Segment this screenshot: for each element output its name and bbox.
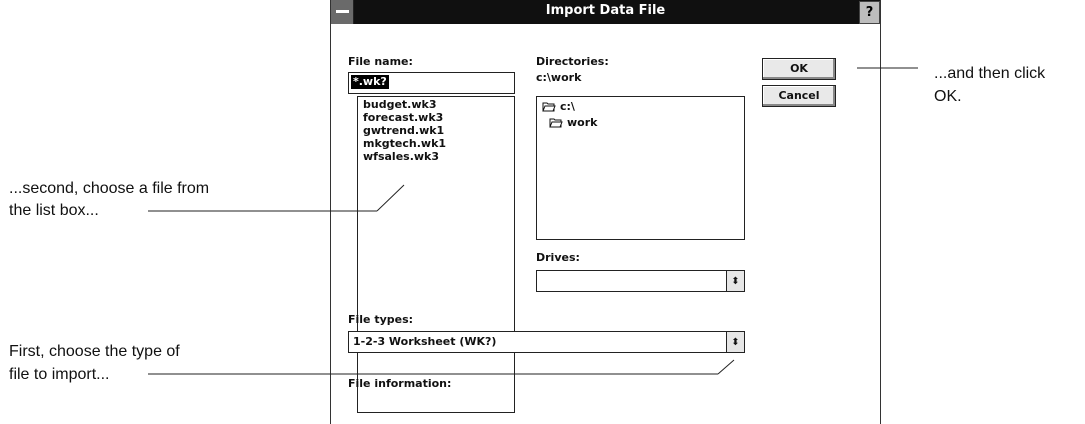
directory-item-label: c:\	[560, 100, 575, 113]
current-directory: c:\work	[536, 71, 582, 84]
title-bar[interactable]: Import Data File ?	[331, 0, 880, 24]
callout-list-line1: ...second, choose a file from	[9, 180, 210, 197]
file-name-input[interactable]: *.wk?	[348, 72, 515, 94]
file-name-value: *.wk?	[351, 75, 389, 89]
file-list-box[interactable]: budget.wk3 forecast.wk3 gwtrend.wk1 mkgt…	[357, 96, 515, 413]
file-list: budget.wk3 forecast.wk3 gwtrend.wk1 mkgt…	[358, 97, 514, 163]
open-folder-icon	[542, 102, 556, 112]
callout-ok-line2: OK.	[934, 88, 962, 105]
file-types-label: File types:	[348, 313, 414, 326]
help-button[interactable]: ?	[859, 1, 880, 24]
drives-dropdown[interactable]: ⬍	[536, 270, 745, 292]
dropdown-arrow-icon[interactable]: ⬍	[726, 332, 744, 352]
import-data-file-dialog: Import Data File ? File name: *.wk? budg…	[330, 0, 881, 424]
file-types-dropdown[interactable]: 1-2-3 Worksheet (WK?) ⬍	[348, 331, 745, 353]
open-folder-icon	[549, 118, 563, 128]
file-types-value: 1-2-3 Worksheet (WK?)	[353, 335, 497, 348]
callout-type-line1: First, choose the type of	[9, 343, 180, 360]
directory-item-root[interactable]: c:\	[542, 99, 744, 115]
callout-list-line2: the list box...	[9, 202, 99, 219]
drives-label: Drives:	[536, 251, 580, 264]
list-item[interactable]: gwtrend.wk1	[358, 124, 514, 137]
dropdown-arrow-icon[interactable]: ⬍	[726, 271, 744, 291]
cancel-button[interactable]: Cancel	[762, 85, 836, 107]
file-information-label: File information:	[348, 377, 452, 390]
directory-list-box[interactable]: c:\ work	[536, 96, 745, 240]
list-item[interactable]: mkgtech.wk1	[358, 137, 514, 150]
directories-label: Directories:	[536, 55, 609, 68]
list-item[interactable]: wfsales.wk3	[358, 150, 514, 163]
list-item[interactable]: forecast.wk3	[358, 111, 514, 124]
ok-button[interactable]: OK	[762, 58, 836, 80]
directory-item-label: work	[567, 116, 598, 129]
callout-ok-line1: ...and then click	[934, 65, 1046, 82]
dialog-title: Import Data File	[545, 3, 666, 18]
list-item[interactable]: budget.wk3	[358, 98, 514, 111]
file-name-label: File name:	[348, 55, 413, 68]
directory-item-work[interactable]: work	[542, 115, 744, 131]
callout-type-line2: file to import...	[9, 366, 110, 383]
